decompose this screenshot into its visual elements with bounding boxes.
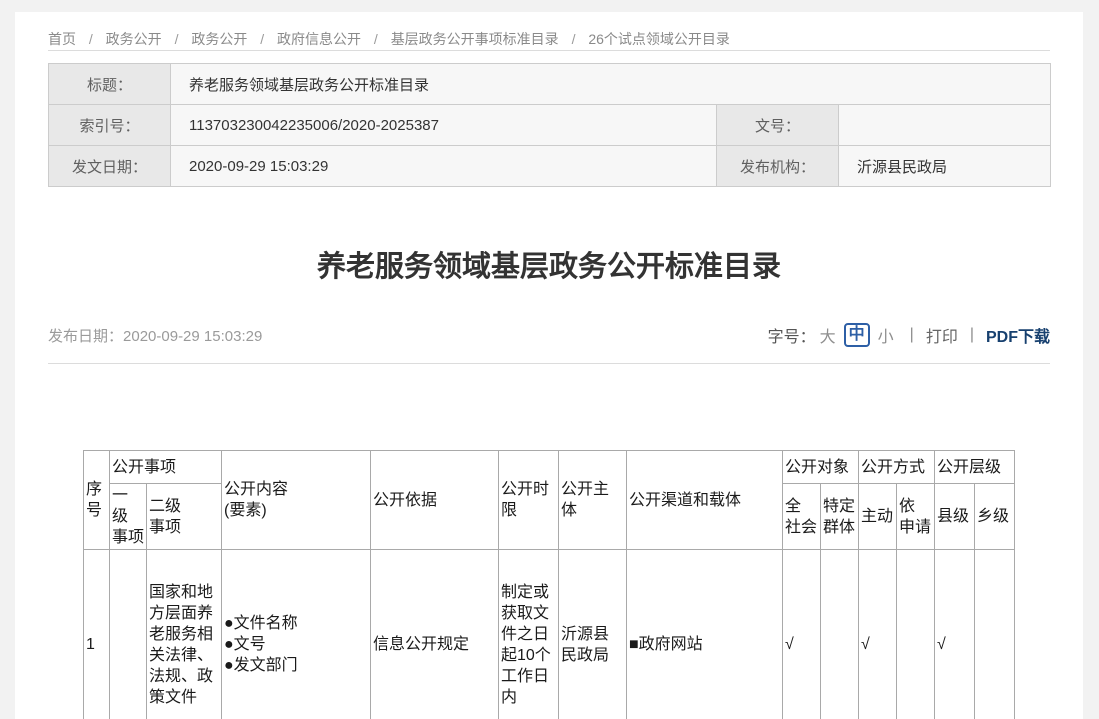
- fontsize-medium-button[interactable]: 中: [844, 323, 870, 347]
- breadcrumb-separator: /: [260, 31, 264, 47]
- header-channel: 公开渠道和载体: [626, 451, 782, 550]
- header-mode-request: 依 申请: [897, 484, 935, 550]
- meta-row-date: 发文日期： 2020-09-29 15:03:29 发布机构： 沂源县民政局: [49, 146, 1051, 187]
- header-subject: 公开主体: [558, 451, 626, 550]
- header-target-group: 公开对象: [782, 451, 858, 484]
- document-meta-table: 标题： 养老服务领域基层政务公开标准目录 索引号： 11370323004223…: [48, 63, 1051, 187]
- pdf-download-button[interactable]: PDF下载: [986, 323, 1050, 347]
- cell-mode-request: [897, 550, 935, 719]
- publish-date-value: 2020-09-29 15:03:29: [123, 328, 262, 345]
- header-basis: 公开依据: [370, 451, 498, 550]
- header-time-limit: 公开时 限: [498, 451, 558, 550]
- breadcrumb-item-home[interactable]: 首页: [48, 31, 76, 47]
- table-row: 1 国家和地方层面养老服务相关法律、法规、政策文件 ●文件名称 ●文号 ●发文部…: [83, 550, 1014, 719]
- breadcrumb-item-pilot-areas[interactable]: 26个试点领域公开目录: [588, 31, 730, 47]
- meta-agency-value: 沂源县民政局: [839, 146, 1051, 187]
- cell-time-limit: 制定或获取文件之日起10个工作日内: [498, 550, 558, 719]
- cell-level1: [109, 550, 146, 719]
- breadcrumb-separator: /: [374, 31, 378, 47]
- cell-content: ●文件名称 ●文号 ●发文部门: [221, 550, 370, 719]
- print-button[interactable]: 打印: [926, 323, 958, 347]
- publish-date-label: 发布日期：: [48, 328, 123, 345]
- breadcrumb-item-zwgk-1[interactable]: 政务公开: [106, 31, 162, 47]
- disclosure-catalog-table: 序 号 公开事项 公开内容 (要素) 公开依据 公开时 限 公开主体 公开渠道和…: [83, 450, 1015, 719]
- meta-title-value: 养老服务领域基层政务公开标准目录: [171, 64, 1051, 105]
- header-level-county: 县级: [935, 484, 975, 550]
- cell-target-specific: [820, 550, 858, 719]
- cell-basis: 信息公开规定: [370, 550, 498, 719]
- meta-date-value: 2020-09-29 15:03:29: [171, 146, 717, 187]
- header-mode-active: 主动: [859, 484, 897, 550]
- header-seq: 序 号: [83, 451, 109, 550]
- cell-mode-active: √: [859, 550, 897, 719]
- breadcrumb-divider: [48, 50, 1050, 51]
- header-level2: 二级 事项: [146, 484, 221, 550]
- meta-date-label: 发文日期：: [49, 146, 171, 187]
- cell-subject: 沂源县民政局: [558, 550, 626, 719]
- meta-index-value: 113703230042235006/2020-2025387: [171, 105, 717, 146]
- header-target-all: 全 社会: [782, 484, 820, 550]
- toolbar-separator: |: [970, 326, 974, 344]
- meta-title-label: 标题：: [49, 64, 171, 105]
- breadcrumb-item-zwgk-2[interactable]: 政务公开: [191, 31, 247, 47]
- cell-level2: 国家和地方层面养老服务相关法律、法规、政策文件: [146, 550, 221, 719]
- header-content: 公开内容 (要素): [221, 451, 370, 550]
- breadcrumb: 首页 / 政务公开 / 政务公开 / 政府信息公开 / 基层政务公开事项标准目录…: [48, 12, 1050, 50]
- breadcrumb-item-info-disclosure[interactable]: 政府信息公开: [277, 31, 361, 47]
- cell-target-all: √: [782, 550, 820, 719]
- article-divider: [48, 363, 1050, 364]
- table-header-row-1: 序 号 公开事项 公开内容 (要素) 公开依据 公开时 限 公开主体 公开渠道和…: [83, 451, 1014, 484]
- meta-index-label: 索引号：: [49, 105, 171, 146]
- header-level-group: 公开层级: [935, 451, 1015, 484]
- breadcrumb-separator: /: [89, 31, 93, 47]
- fontsize-large-button[interactable]: 大: [820, 323, 836, 347]
- meta-agency-label: 发布机构：: [717, 146, 839, 187]
- header-target-specific: 特定 群体: [820, 484, 858, 550]
- fontsize-small-button[interactable]: 小: [878, 323, 894, 347]
- page-title: 养老服务领域基层政务公开标准目录: [48, 247, 1050, 287]
- cell-seq: 1: [83, 550, 109, 719]
- cell-level-town: [975, 550, 1015, 719]
- publish-date: 发布日期：2020-09-29 15:03:29: [48, 325, 262, 346]
- meta-docnum-label: 文号：: [717, 105, 839, 146]
- header-mode-group: 公开方式: [859, 451, 935, 484]
- breadcrumb-item-standard-catalog[interactable]: 基层政务公开事项标准目录: [391, 31, 559, 47]
- content-card: 首页 / 政务公开 / 政务公开 / 政府信息公开 / 基层政务公开事项标准目录…: [15, 12, 1083, 719]
- header-level-town: 乡级: [975, 484, 1015, 550]
- meta-row-title: 标题： 养老服务领域基层政务公开标准目录: [49, 64, 1051, 105]
- breadcrumb-separator: /: [175, 31, 179, 47]
- fontsize-label: 字号：: [768, 323, 816, 347]
- meta-row-index: 索引号： 113703230042235006/2020-2025387 文号：: [49, 105, 1051, 146]
- article-toolbar: 字号： 大 中 小 | 打印 | PDF下载: [768, 323, 1050, 347]
- meta-docnum-value: [839, 105, 1051, 146]
- cell-channel: ■政府网站: [626, 550, 782, 719]
- toolbar-separator: |: [910, 326, 914, 344]
- breadcrumb-separator: /: [572, 31, 576, 47]
- header-item-group: 公开事项: [109, 451, 221, 484]
- header-level1: 一 级 事项: [109, 484, 146, 550]
- article-meta-bar: 发布日期：2020-09-29 15:03:29 字号： 大 中 小 | 打印 …: [48, 322, 1050, 348]
- cell-level-county: √: [935, 550, 975, 719]
